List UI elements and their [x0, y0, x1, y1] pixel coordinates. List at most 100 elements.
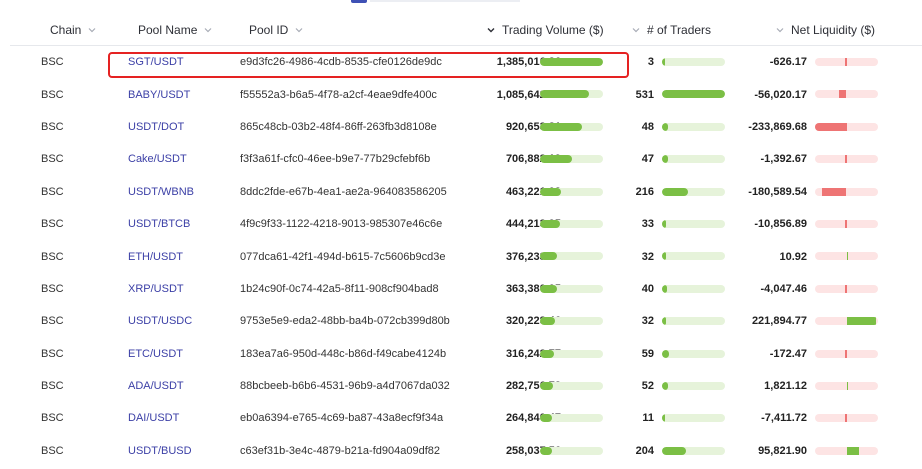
traders-bar	[662, 414, 725, 423]
net-liquidity-bar-fill	[846, 446, 860, 455]
traders-bar	[662, 187, 725, 196]
pool-id-cell: 865c48cb-03b2-48f4-86ff-263fb3d8108e	[240, 120, 437, 133]
traders-value: 32	[641, 315, 654, 328]
trading-volume-bar-fill	[540, 317, 555, 326]
pool-name-link[interactable]: SGT/USDT	[128, 46, 184, 78]
net-liquidity-bar	[815, 252, 878, 261]
trading-volume-bar-fill	[540, 187, 562, 196]
chevron-down-icon	[204, 28, 212, 33]
pool-name-link[interactable]: DAI/USDT	[128, 402, 179, 434]
pool-name-link[interactable]: ADA/USDT	[128, 370, 184, 402]
net-liquidity-bar	[815, 90, 878, 99]
net-liquidity-bar-fill	[845, 155, 847, 164]
pool-name-link[interactable]: ETC/USDT	[128, 338, 183, 370]
pool-name-link[interactable]: USDT/DOT	[128, 111, 184, 143]
traders-bar	[662, 252, 725, 261]
chain-cell: BSC	[41, 444, 64, 457]
trading-volume-bar	[540, 187, 603, 196]
net-liquidity-bar	[815, 317, 878, 326]
traders-value: 59	[641, 347, 654, 360]
traders-bar-fill	[662, 446, 687, 455]
chain-cell: BSC	[41, 218, 64, 231]
chain-cell: BSC	[41, 185, 64, 198]
chain-cell: BSC	[41, 380, 64, 393]
pool-id-cell: 9753e5e9-eda2-48bb-ba4b-072cb399d80b	[240, 315, 450, 328]
net-liquidity-bar-fill	[845, 58, 847, 66]
net-liquidity-bar-fill	[846, 317, 877, 326]
chevron-down-icon	[632, 28, 640, 33]
pool-id-cell: c63ef31b-3e4c-4879-b21a-fd904a09df82	[240, 444, 440, 457]
pool-name-link[interactable]: USDT/BUSD	[128, 435, 192, 467]
table-row: BSC DAI/USDT eb0a6394-e765-4c69-ba87-43a8e…	[10, 402, 922, 434]
pool-id-cell: f3f3a61f-cfc0-46ee-b9e7-77b29cfebf6b	[240, 153, 431, 166]
table-body: BSC SGT/USDT e9d3fc26-4986-4cdb-8535-cfe01…	[10, 46, 922, 467]
chain-cell: BSC	[41, 250, 64, 263]
traders-bar-fill	[662, 122, 668, 131]
table-row: BSC USDT/BTCB 4f9c9f33-1122-4218-9013-9853…	[10, 208, 922, 240]
pool-name-link[interactable]: ETH/USDT	[128, 240, 183, 272]
chevron-down-icon	[295, 28, 303, 33]
pool-name-link[interactable]: XRP/USDT	[128, 273, 184, 305]
trading-volume-bar-fill	[540, 155, 573, 164]
chain-cell: BSC	[41, 282, 64, 295]
traders-value: 11	[642, 412, 654, 425]
net-liquidity-bar	[815, 58, 878, 66]
sort-desc-icon	[487, 28, 495, 33]
traders-bar-fill	[662, 155, 668, 164]
column-header-chain[interactable]: Chain	[50, 14, 97, 46]
column-header-label: # of Traders	[647, 23, 712, 37]
net-liquidity-bar	[815, 187, 878, 196]
pool-name-link[interactable]: BABY/USDT	[128, 78, 190, 110]
trading-volume-bar	[540, 446, 603, 455]
trading-volume-bar-fill	[540, 381, 553, 390]
table-row: BSC ETH/USDT 077dca61-42f1-494d-b615-7c560…	[10, 240, 922, 272]
chain-cell: BSC	[41, 56, 64, 69]
net-liquidity-bar	[815, 349, 878, 358]
traders-bar-fill	[662, 349, 669, 358]
traders-bar-fill	[662, 90, 725, 99]
traders-bar-fill	[662, 58, 665, 66]
trading-volume-bar-fill	[540, 414, 553, 423]
chevron-down-icon	[776, 28, 784, 33]
pool-name-link[interactable]: USDT/BTCB	[128, 208, 190, 240]
traders-value: 47	[641, 153, 654, 166]
net-liquidity-bar-fill	[845, 219, 847, 228]
pool-name-link[interactable]: USDT/WBNB	[128, 176, 194, 208]
top-tab-strip	[370, 0, 520, 2]
active-tab-indicator	[351, 0, 367, 3]
net-liquidity-bar-fill	[815, 122, 847, 131]
pool-id-cell: eb0a6394-e765-4c69-ba87-43a8ecf9f34a	[240, 412, 444, 425]
net-liquidity-bar-fill	[846, 381, 848, 390]
traders-bar	[662, 90, 725, 99]
column-header-label: Pool Name	[138, 23, 198, 37]
traders-bar-fill	[662, 219, 666, 228]
traders-bar	[662, 122, 725, 131]
column-header-pool-id[interactable]: Pool ID	[249, 14, 304, 46]
traders-value: 33	[641, 218, 654, 231]
traders-value: 531	[635, 88, 654, 101]
pool-id-cell: 077dca61-42f1-494d-b615-7c5606b9cd3e	[240, 250, 446, 263]
table-row: BSC BABY/USDT f55552a3-b6a5-4f78-a2cf-4eae…	[10, 78, 922, 110]
pool-name-link[interactable]: USDT/USDC	[128, 305, 192, 337]
net-liquidity-bar-fill	[838, 90, 847, 99]
traders-bar	[662, 349, 725, 358]
column-header-traders[interactable]: # of Traders	[631, 14, 711, 46]
net-liquidity-bar-fill	[822, 187, 847, 196]
column-header-pool-name[interactable]: Pool Name	[138, 14, 213, 46]
traders-value: 52	[641, 380, 654, 393]
pool-id-cell: 8ddc2fde-e67b-4ea1-ae2a-964083586205	[240, 185, 447, 198]
chain-cell: BSC	[41, 315, 64, 328]
table-row: BSC USDT/USDC 9753e5e9-eda2-48bb-ba4b-072c…	[10, 305, 922, 337]
pool-name-link[interactable]: Cake/USDT	[128, 143, 187, 175]
trading-volume-bar	[540, 381, 603, 390]
trading-volume-bar	[540, 317, 603, 326]
traders-bar-fill	[662, 187, 688, 196]
net-liquidity-bar-fill	[846, 252, 848, 261]
column-header-trading-volume[interactable]: Trading Volume ($)	[486, 14, 604, 46]
traders-bar	[662, 155, 725, 164]
net-liquidity-bar	[815, 219, 878, 228]
column-header-net-liquidity[interactable]: Net Liquidity ($)	[775, 14, 875, 46]
table-row: BSC ETC/USDT 183ea7a6-950d-448c-b86d-f49ca…	[10, 338, 922, 370]
trading-volume-bar	[540, 90, 603, 99]
column-header-label: Pool ID	[249, 23, 289, 37]
